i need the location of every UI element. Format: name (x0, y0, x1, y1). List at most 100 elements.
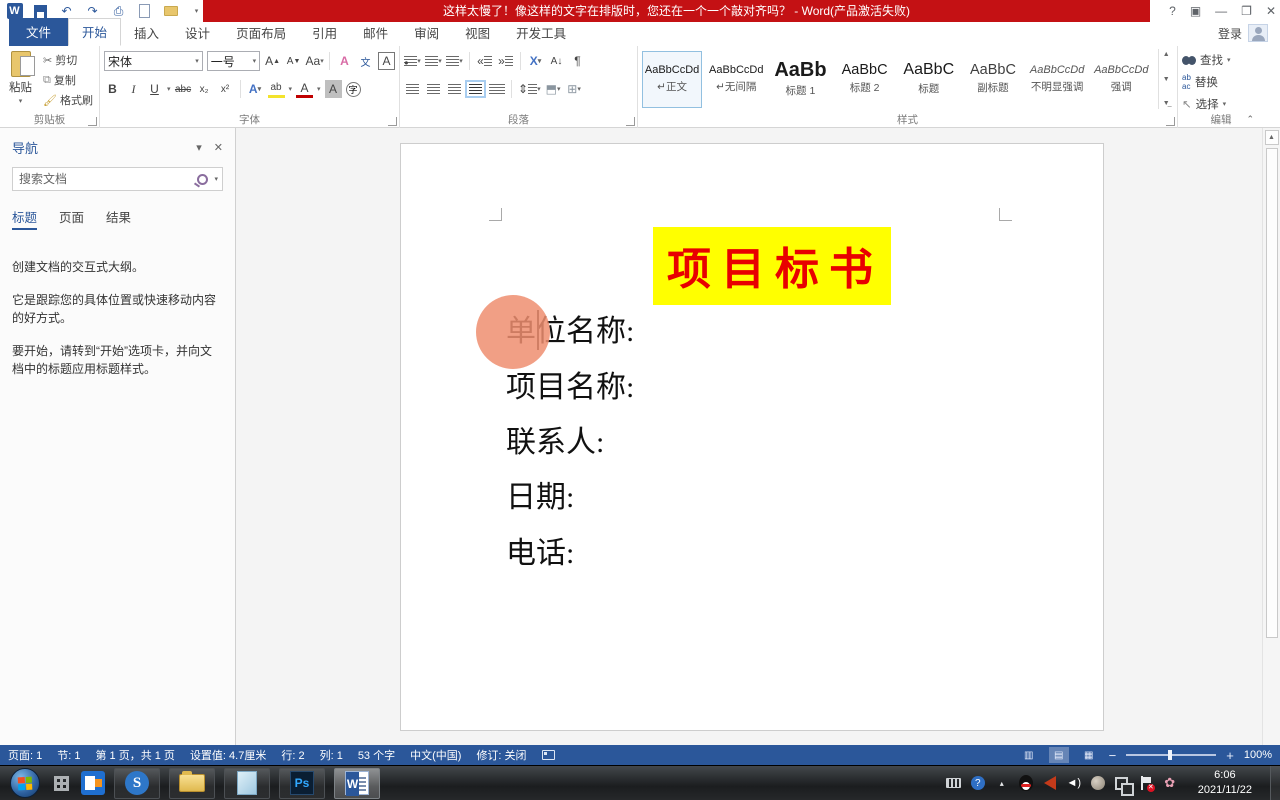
grow-font-button[interactable]: A▲ (264, 52, 281, 70)
word-button[interactable]: W (334, 768, 380, 799)
document-heading[interactable]: 项目标书 (653, 227, 891, 305)
vertical-scrollbar[interactable]: ▲ (1262, 128, 1280, 745)
speaker-icon[interactable]: ◄) (1066, 775, 1082, 791)
file-explorer-button[interactable] (169, 768, 215, 799)
copy-button[interactable]: ⧉复制 (41, 71, 95, 89)
character-shading-button[interactable]: A (325, 80, 342, 98)
field-phone[interactable]: 电话: (506, 528, 574, 572)
action-center-flag-icon[interactable]: ✕ (1138, 775, 1154, 791)
scrollbar-thumb[interactable] (1266, 148, 1278, 638)
flower-icon[interactable]: ✿ (1162, 775, 1178, 791)
asian-layout-button[interactable]: X▾ (527, 52, 544, 70)
status-setting[interactable]: 设置值: 4.7厘米 (190, 747, 266, 763)
paste-button[interactable]: 粘贴 ▾ (4, 49, 37, 107)
replace-button[interactable]: abac替换 (1182, 73, 1260, 91)
text-effects-button[interactable]: A▾ (247, 80, 264, 98)
text-highlight-button[interactable]: ab (268, 80, 285, 98)
strikethrough-button[interactable]: abc (175, 80, 192, 98)
field-project-name[interactable]: 项目名称: (506, 362, 634, 406)
new-document-icon[interactable] (136, 3, 153, 20)
bold-button[interactable]: B (104, 80, 121, 98)
save-icon[interactable] (32, 3, 49, 20)
collapse-ribbon-icon[interactable]: ⌃ (1246, 114, 1254, 125)
restore-button[interactable]: ❐ (1241, 4, 1252, 18)
status-page[interactable]: 页面: 1 (8, 747, 42, 763)
zoom-slider-thumb[interactable] (1168, 750, 1172, 760)
macro-record-icon[interactable] (542, 750, 555, 760)
font-size-combo[interactable]: 一号▾ (207, 51, 260, 71)
undo-icon[interactable]: ↶ (58, 3, 75, 20)
underline-button[interactable]: U (146, 80, 163, 98)
close-button[interactable]: ✕ (1266, 4, 1276, 18)
photoshop-button[interactable]: Ps (279, 768, 325, 799)
sign-in-area[interactable]: 登录 (1218, 24, 1268, 42)
browser-app-button[interactable]: S (114, 768, 160, 799)
tab-file[interactable]: 文件 (9, 18, 68, 46)
help-tray-icon[interactable]: ? (970, 775, 986, 791)
field-contact[interactable]: 联系人: (506, 417, 604, 461)
clear-formatting-button[interactable]: A (336, 52, 353, 70)
tab-home[interactable]: 开始 (68, 18, 121, 46)
justify-button[interactable] (467, 80, 484, 98)
ribbon-display-options-button[interactable]: ▣ (1190, 4, 1201, 18)
tab-page-layout[interactable]: 页面布局 (223, 20, 299, 46)
redo-icon[interactable]: ↷ (84, 3, 101, 20)
line-spacing-button[interactable]: ⇕▾ (518, 80, 541, 98)
cut-button[interactable]: ✂剪切 (41, 51, 95, 69)
multilevel-list-button[interactable]: ▾ (446, 52, 463, 70)
increase-indent-button[interactable]: » (497, 52, 514, 70)
tab-insert[interactable]: 插入 (121, 20, 172, 46)
borders-button[interactable]: ⊞▾ (566, 80, 583, 98)
font-color-dropdown-icon[interactable]: ▾ (317, 85, 321, 93)
font-color-button[interactable]: A (296, 80, 313, 98)
enclose-characters-button[interactable]: 字 (346, 82, 361, 97)
field-date[interactable]: 日期: (506, 472, 574, 516)
style-subtle-emphasis[interactable]: AaBbCcDd 不明显强调 (1027, 51, 1087, 108)
font-name-combo[interactable]: 宋体▾ (104, 51, 203, 71)
status-page-count[interactable]: 第 1 页，共 1 页 (95, 747, 174, 763)
align-center-button[interactable] (425, 80, 442, 98)
numbering-button[interactable]: ▾ (425, 52, 442, 70)
gallery-down-icon[interactable]: ▼ (1163, 76, 1170, 83)
open-folder-icon[interactable] (162, 3, 179, 20)
help-button[interactable]: ? (1169, 4, 1176, 18)
distribute-button[interactable] (488, 80, 505, 98)
minimize-button[interactable]: — (1215, 4, 1227, 18)
launcher-grid-icon[interactable] (40, 768, 69, 798)
status-language[interactable]: 中文(中国) (410, 747, 461, 763)
style-heading1[interactable]: AaBb 标题 1 (770, 51, 830, 108)
gallery-more-icon[interactable]: ▼̲ (1163, 100, 1170, 107)
video-app-icon[interactable] (81, 768, 105, 798)
underline-dropdown-icon[interactable]: ▾ (167, 85, 171, 93)
document-page[interactable]: 项目标书 单位名称: 项目名称: 联系人: 日期: 电话: (400, 143, 1104, 731)
zoom-level[interactable]: 100% (1244, 749, 1272, 761)
font-dialog-launcher[interactable] (388, 117, 397, 126)
horn-icon[interactable] (1042, 775, 1058, 791)
style-heading2[interactable]: AaBbC 标题 2 (835, 51, 895, 108)
sort-button[interactable]: A↓ (548, 52, 565, 70)
style-no-spacing[interactable]: AaBbCcDd ↵无间隔 (706, 51, 766, 108)
document-area[interactable]: 项目标书 单位名称: 项目名称: 联系人: 日期: 电话: (236, 128, 1262, 745)
print-layout-icon[interactable]: ▤ (1049, 747, 1069, 763)
read-mode-icon[interactable]: ▥ (1019, 747, 1039, 763)
find-button[interactable]: 查找▾ (1182, 51, 1260, 69)
start-button[interactable] (10, 768, 40, 798)
search-icon[interactable] (197, 174, 208, 185)
format-painter-button[interactable]: 🖌格式刷 (41, 91, 95, 109)
show-hide-marks-button[interactable]: ¶ (569, 52, 586, 70)
nav-dropdown-icon[interactable]: ▾ (196, 141, 202, 154)
style-emphasis[interactable]: AaBbCcDd 强调 (1091, 51, 1151, 108)
nav-tab-results[interactable]: 结果 (106, 207, 131, 230)
nav-close-icon[interactable]: ✕ (214, 141, 223, 154)
style-normal[interactable]: AaBbCcDd ↵正文 (642, 51, 702, 108)
qq-icon[interactable] (1018, 775, 1034, 791)
character-border-button[interactable]: A (378, 52, 395, 70)
paragraph-dialog-launcher[interactable] (626, 117, 635, 126)
align-right-button[interactable] (446, 80, 463, 98)
zoom-out-button[interactable]: − (1109, 748, 1117, 763)
show-desktop-button[interactable] (1270, 766, 1280, 800)
nav-tab-headings[interactable]: 标题 (12, 207, 37, 230)
search-dropdown-icon[interactable]: ▾ (214, 175, 218, 183)
tab-developer[interactable]: 开发工具 (503, 20, 579, 46)
keyboard-icon[interactable] (946, 775, 962, 791)
